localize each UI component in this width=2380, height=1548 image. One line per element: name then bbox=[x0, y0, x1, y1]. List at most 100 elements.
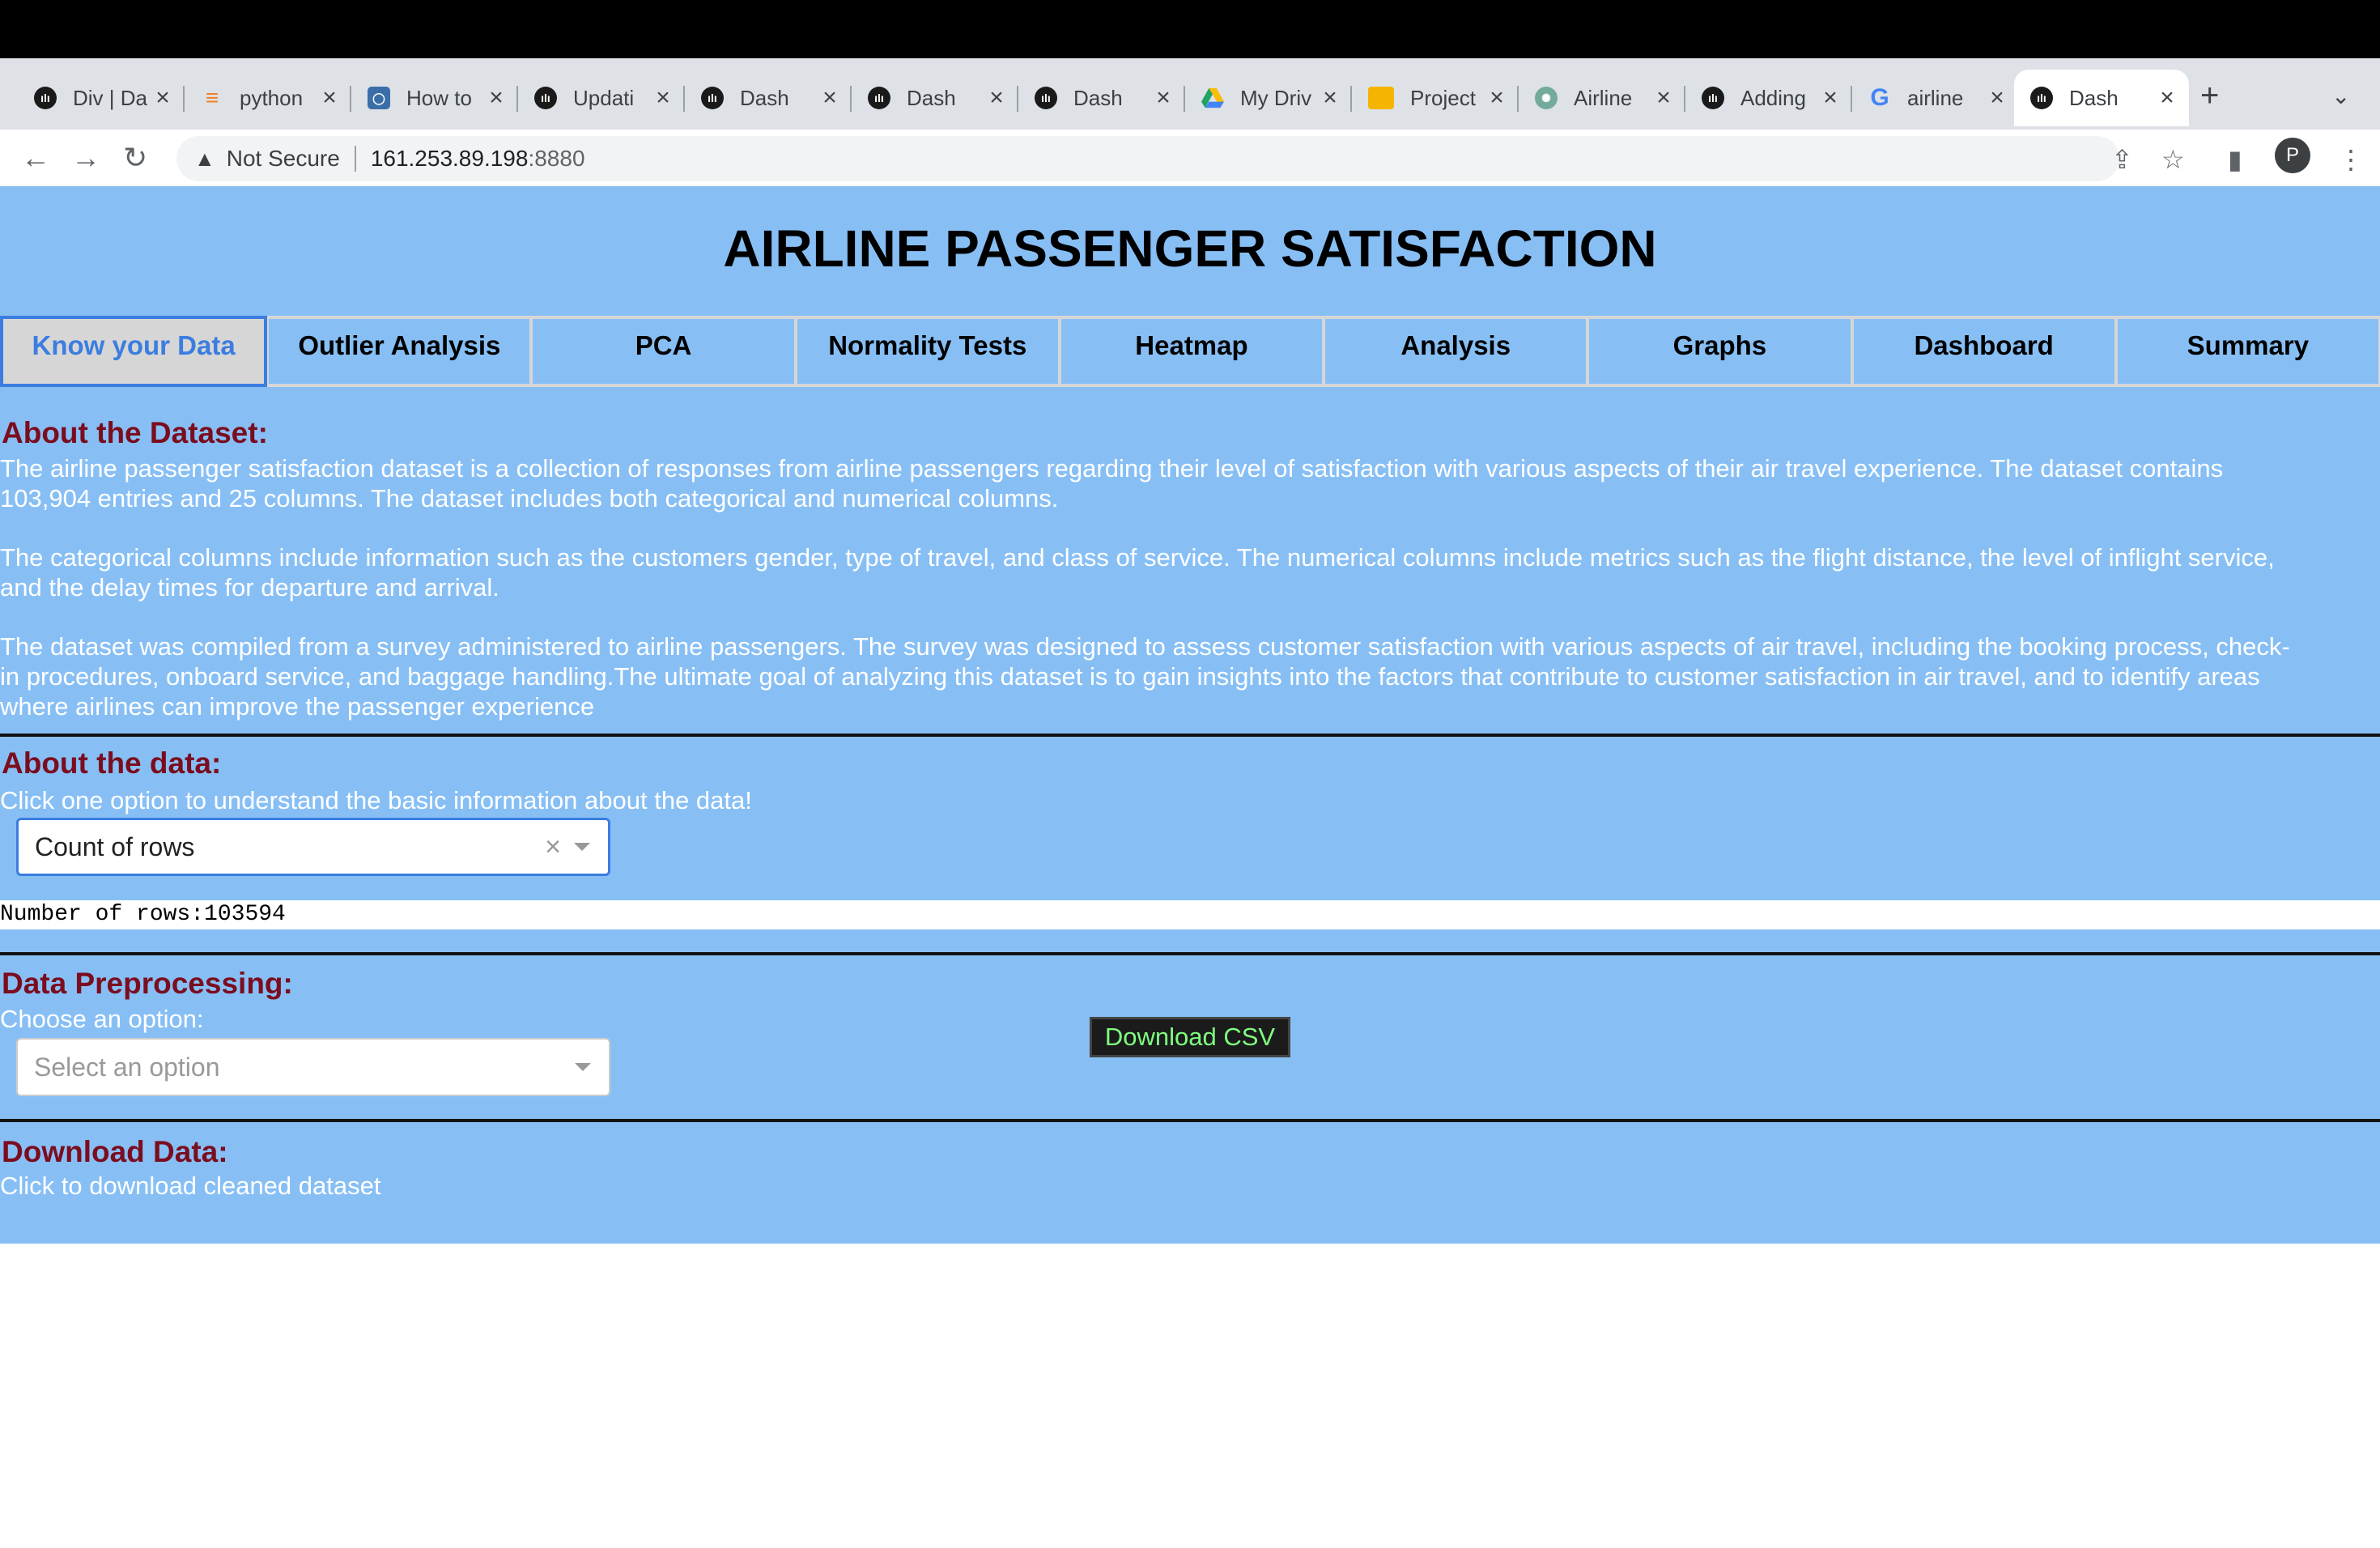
profile-avatar[interactable]: P bbox=[2275, 138, 2310, 173]
dash-icon: ılı bbox=[1035, 87, 1057, 109]
text-line: in procedures, onboard service, and bagg… bbox=[0, 662, 2260, 691]
close-icon[interactable]: × bbox=[2157, 84, 2178, 112]
browser-tab[interactable]: ılı Div | Da × bbox=[18, 70, 185, 126]
close-icon[interactable]: × bbox=[319, 84, 340, 112]
chevron-down-icon[interactable] bbox=[574, 843, 590, 851]
about-data-instruction: Click one option to understand the basic… bbox=[0, 786, 752, 814]
download-heading: Download Data: bbox=[2, 1135, 228, 1168]
tab-graphs[interactable]: Graphs bbox=[1587, 316, 1852, 387]
close-icon[interactable]: × bbox=[1320, 84, 1341, 112]
dash-icon: ılı bbox=[868, 87, 890, 109]
close-icon[interactable]: × bbox=[986, 84, 1007, 112]
address-bar: ← → ↻ ▲ Not Secure 161.253.89.198 :8880 … bbox=[0, 130, 2380, 186]
close-icon[interactable]: × bbox=[1653, 84, 1674, 112]
chatgpt-icon: ✺ bbox=[1535, 87, 1558, 109]
browser-tab-strip: ılı Div | Da × ≡ python × ◯ How to × ılı… bbox=[0, 58, 2380, 130]
section-divider bbox=[0, 1119, 2380, 1122]
tab-title: Dash bbox=[740, 85, 789, 110]
tab-title: Dash bbox=[907, 85, 956, 110]
about-dataset-paragraph-2: The categorical columns include informat… bbox=[0, 542, 2372, 602]
url-port: :8880 bbox=[528, 146, 585, 171]
download-instruction: Click to download cleaned dataset bbox=[0, 1172, 381, 1200]
tab-outlier-analysis[interactable]: Outlier Analysis bbox=[267, 316, 532, 387]
close-icon[interactable]: × bbox=[152, 84, 173, 112]
tab-title: Project bbox=[1410, 85, 1476, 110]
dash-app: AIRLINE PASSENGER SATISFACTION Know your… bbox=[0, 186, 2380, 1244]
url-field[interactable]: ▲ Not Secure 161.253.89.198 :8880 bbox=[176, 136, 2119, 181]
about-data-heading: About the data: bbox=[2, 746, 222, 780]
tab-dashboard[interactable]: Dashboard bbox=[1851, 316, 2116, 387]
close-icon[interactable]: × bbox=[1820, 84, 1841, 112]
close-icon[interactable]: × bbox=[1987, 84, 2008, 112]
back-arrow-icon[interactable]: ← bbox=[21, 141, 50, 175]
preprocessing-dropdown[interactable]: Select an option bbox=[16, 1038, 610, 1096]
browser-tab[interactable]: Project × bbox=[1352, 70, 1519, 126]
tab-title: Div | Da bbox=[73, 85, 147, 110]
google-slides-icon bbox=[1368, 87, 1394, 109]
tab-title: python bbox=[240, 85, 304, 110]
text-line: The dataset was compiled from a survey a… bbox=[0, 632, 2290, 661]
bookmark-star-icon[interactable]: ☆ bbox=[2161, 144, 2185, 175]
dash-icon: ılı bbox=[2030, 87, 2053, 109]
tab-title: My Driv bbox=[1240, 85, 1312, 110]
browser-tab[interactable]: ılı Updati × bbox=[518, 70, 685, 126]
text-line: and the delay times for departure and ar… bbox=[0, 573, 499, 602]
reload-icon[interactable]: ↻ bbox=[123, 141, 147, 175]
dash-icon: ılı bbox=[1702, 87, 1724, 109]
tab-title: airline bbox=[1907, 85, 1964, 110]
dash-icon: ılı bbox=[534, 87, 557, 109]
dash-icon: ılı bbox=[701, 87, 724, 109]
screen-top-bar bbox=[0, 0, 2380, 58]
tab-search-chevron-icon[interactable]: ⌄ bbox=[2331, 83, 2350, 109]
forward-arrow-icon[interactable]: → bbox=[71, 141, 100, 175]
stackoverflow-icon: ≡ bbox=[205, 85, 219, 110]
tab-pca[interactable]: PCA bbox=[531, 316, 796, 387]
browser-tab[interactable]: ılı Dash × bbox=[1018, 70, 1185, 126]
new-tab-button[interactable]: + bbox=[2200, 78, 2219, 114]
browser-tab[interactable]: My Driv × bbox=[1185, 70, 1352, 126]
tab-title: Dash bbox=[1073, 85, 1123, 110]
browser-tab[interactable]: ≡ python × bbox=[185, 70, 351, 126]
browser-tab[interactable]: ılı Adding × bbox=[1685, 70, 1852, 126]
google-icon: G bbox=[1870, 84, 1889, 111]
browser-tab[interactable]: ılı Dash × bbox=[852, 70, 1018, 126]
share-icon[interactable]: ⇪ bbox=[2111, 144, 2133, 175]
tab-title: Updati bbox=[573, 85, 635, 110]
download-csv-button[interactable]: Download CSV bbox=[1090, 1017, 1290, 1057]
tab-analysis[interactable]: Analysis bbox=[1324, 316, 1588, 387]
tab-normality-tests[interactable]: Normality Tests bbox=[795, 316, 1060, 387]
clear-icon[interactable]: × bbox=[545, 831, 561, 863]
blog-icon: ◯ bbox=[368, 87, 390, 109]
close-icon[interactable]: × bbox=[819, 84, 840, 112]
browser-tab[interactable]: G airline × bbox=[1852, 70, 2019, 126]
preprocessing-heading: Data Preprocessing: bbox=[2, 967, 293, 1000]
browser-tab-active[interactable]: ılı Dash × bbox=[2014, 70, 2189, 126]
tab-summary[interactable]: Summary bbox=[2115, 316, 2380, 387]
text-line: The categorical columns include informat… bbox=[0, 543, 2275, 572]
tab-heatmap[interactable]: Heatmap bbox=[1059, 316, 1324, 387]
close-icon[interactable]: × bbox=[1153, 84, 1174, 112]
about-dataset-heading: About the Dataset: bbox=[2, 416, 268, 449]
about-data-dropdown[interactable]: Count of rows × bbox=[16, 818, 610, 876]
tab-title: Dash bbox=[2069, 85, 2119, 110]
chevron-down-icon[interactable] bbox=[575, 1063, 591, 1071]
text-line: 103,904 entries and 25 columns. The data… bbox=[0, 484, 1059, 512]
dash-icon: ılı bbox=[34, 87, 57, 109]
browser-tab[interactable]: ✺ Airline × bbox=[1519, 70, 1685, 126]
tab-title: Airline bbox=[1574, 85, 1633, 110]
close-icon[interactable]: × bbox=[486, 84, 507, 112]
dropdown-placeholder: Select an option bbox=[34, 1052, 220, 1082]
browser-tab[interactable]: ılı Dash × bbox=[685, 70, 852, 126]
close-icon[interactable]: × bbox=[652, 84, 674, 112]
browser-tab[interactable]: ◯ How to × bbox=[351, 70, 518, 126]
about-dataset-paragraph-1: The airline passenger satisfaction datas… bbox=[0, 453, 2372, 513]
dropdown-value: Count of rows bbox=[35, 831, 195, 861]
tab-title: Adding bbox=[1740, 85, 1806, 110]
close-icon[interactable]: × bbox=[1486, 84, 1507, 112]
more-menu-icon[interactable]: ⋮ bbox=[2338, 144, 2364, 175]
tab-know-your-data[interactable]: Know your Data bbox=[0, 316, 268, 387]
security-label: Not Secure bbox=[226, 146, 340, 171]
warning-icon: ▲ bbox=[194, 146, 215, 171]
section-divider bbox=[0, 952, 2380, 955]
side-panel-icon[interactable]: ▮ bbox=[2228, 144, 2242, 175]
